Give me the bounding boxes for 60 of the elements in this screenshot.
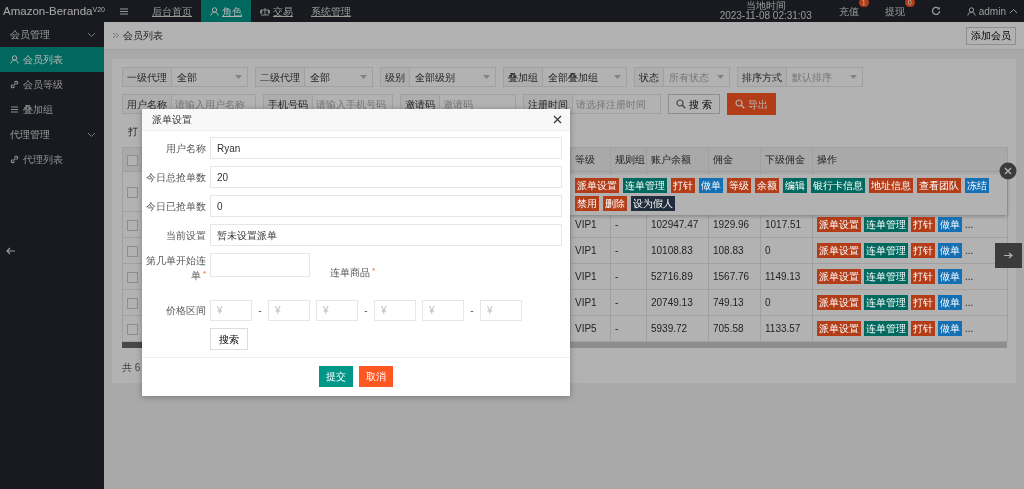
table-cell: 1567.76: [713, 271, 750, 282]
table-cell: 0: [765, 245, 771, 256]
field-label: 第几单开始连单 *: [145, 254, 206, 283]
table-cell: 1133.57: [765, 323, 801, 334]
total-count: 共 6: [122, 361, 142, 375]
range-separator: -: [363, 304, 369, 318]
column-header: 下级佣金: [765, 154, 805, 165]
table-cell: -: [615, 323, 619, 334]
table-cell: 0: [765, 297, 771, 308]
column-header: 操作: [817, 154, 837, 165]
field-label: 当前设置: [165, 228, 206, 243]
range-separator: -: [469, 304, 475, 318]
field-label: 二级代理: [256, 68, 305, 86]
table-cell: -: [615, 219, 619, 230]
table-cell: VIP1: [575, 245, 597, 256]
table-cell: 1149.13: [765, 271, 801, 282]
table-cell: 1929.96: [713, 219, 750, 230]
select-value: 全部叠加组: [548, 70, 598, 85]
table-cell: VIP5: [575, 323, 597, 334]
range-separator: -: [257, 304, 263, 318]
table-cell: -: [615, 297, 619, 308]
app-logo: Amazon-Beranda$^{V20}$: [2, 4, 105, 19]
column-header: 规则组: [615, 154, 645, 165]
required-mark: *: [202, 269, 206, 278]
field-label: 用户名称: [165, 141, 206, 156]
table-cell: 52716.89: [651, 271, 693, 282]
field-label: 状态: [635, 68, 664, 86]
breadcrumb-text: 会员列表: [122, 29, 163, 43]
dialog-title: 派单设置: [152, 113, 192, 127]
local-time: 2023-11-08 02:31:03: [719, 11, 812, 21]
field-label: 今日总抢单数: [145, 170, 206, 185]
select-value: 全部级别: [415, 70, 455, 85]
field-label: 今日已抢单数: [145, 199, 206, 214]
table-cell: 10108.83: [651, 245, 693, 256]
field-label: 排序方式: [738, 68, 787, 86]
column-header: 账户余额: [651, 154, 691, 165]
field-label: 叠加组: [504, 68, 543, 86]
table-cell: 20749.13: [651, 297, 693, 308]
table-cell: 5939.72: [651, 323, 688, 334]
select-value: 全部: [310, 70, 330, 85]
field-label: 价格区间: [165, 304, 206, 318]
column-header: 佣金: [713, 154, 733, 165]
table-cell: 1017.51: [765, 219, 802, 230]
field-label: 一级代理: [123, 68, 172, 86]
table-cell: 705.58: [713, 323, 744, 334]
time-label: 当地时间: [745, 1, 786, 11]
field-label: 连单商品 *: [330, 265, 376, 280]
table-cell: VIP1: [575, 219, 597, 230]
table-cell: VIP1: [575, 297, 597, 308]
select-value: 全部: [177, 70, 197, 85]
table-cell: -: [615, 245, 619, 256]
field-label: 级别: [381, 68, 410, 86]
table-cell: VIP1: [575, 271, 597, 282]
required-mark: *: [372, 266, 376, 275]
table-cell: 108.83: [713, 245, 744, 256]
column-header: 等级: [575, 154, 595, 165]
table-cell: 749.13: [713, 297, 744, 308]
table-cell: -: [615, 271, 619, 282]
filter-text: 打: [128, 124, 138, 139]
table-cell: 102947.47: [651, 219, 699, 230]
